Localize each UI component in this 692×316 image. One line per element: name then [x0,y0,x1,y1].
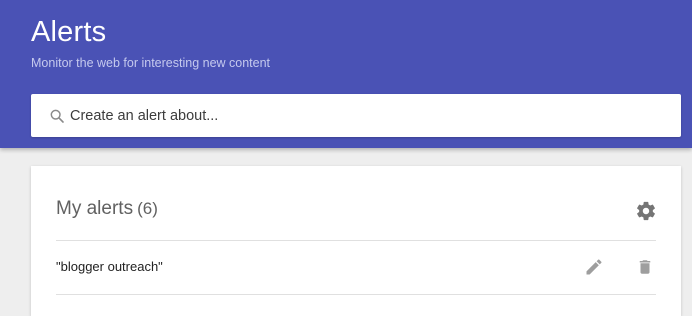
gear-icon[interactable] [635,200,657,222]
page-title: Alerts [31,16,107,48]
search-box[interactable] [31,94,681,137]
my-alerts-card: My alerts (6) "blogger outreach" [31,166,681,316]
header-bar: Alerts Monitor the web for interesting n… [0,0,692,148]
search-input[interactable] [70,94,670,137]
divider [56,294,656,295]
trash-icon[interactable] [636,257,654,277]
card-title: My alerts (6) [56,198,158,220]
page-subtitle: Monitor the web for interesting new cont… [31,56,271,70]
card-title-label: My alerts [56,198,134,219]
alert-count: (6) [137,199,158,218]
search-icon [50,109,64,123]
alert-query: "blogger outreach" [56,259,163,274]
pencil-icon[interactable] [584,257,604,277]
alert-row[interactable]: "blogger outreach" [56,241,656,295]
